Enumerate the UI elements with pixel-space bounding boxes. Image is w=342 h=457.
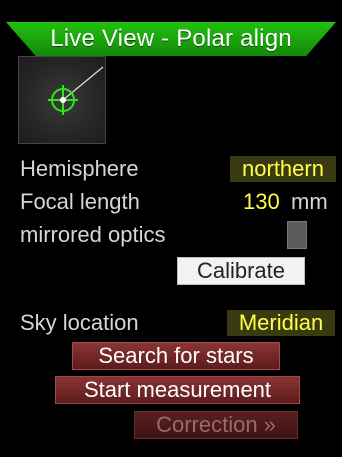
mirrored-optics-label: mirrored optics — [20, 222, 166, 247]
hemisphere-select[interactable]: northern — [230, 156, 336, 182]
sky-location-label: Sky location — [20, 310, 139, 335]
start-measurement-button[interactable]: Start measurement — [55, 376, 300, 404]
title-bar: Live View - Polar align — [6, 22, 336, 56]
focal-length-unit: mm — [291, 189, 328, 214]
calibrate-button[interactable]: Calibrate — [177, 257, 305, 285]
search-for-stars-button[interactable]: Search for stars — [72, 342, 280, 370]
mirrored-optics-checkbox[interactable] — [287, 221, 307, 249]
correction-button[interactable]: Correction » — [134, 411, 298, 439]
live-view-preview[interactable] — [18, 56, 106, 144]
polar-align-screen: Live View - Polar align Hemisphere north… — [0, 0, 342, 457]
sky-location-select[interactable]: Meridian — [227, 310, 335, 336]
star-target-icon — [48, 66, 104, 115]
page-title: Live View - Polar align — [50, 25, 292, 52]
focal-length-value[interactable]: 130 — [243, 189, 280, 215]
hemisphere-label: Hemisphere — [20, 156, 139, 181]
focal-length-label: Focal length — [20, 189, 140, 214]
